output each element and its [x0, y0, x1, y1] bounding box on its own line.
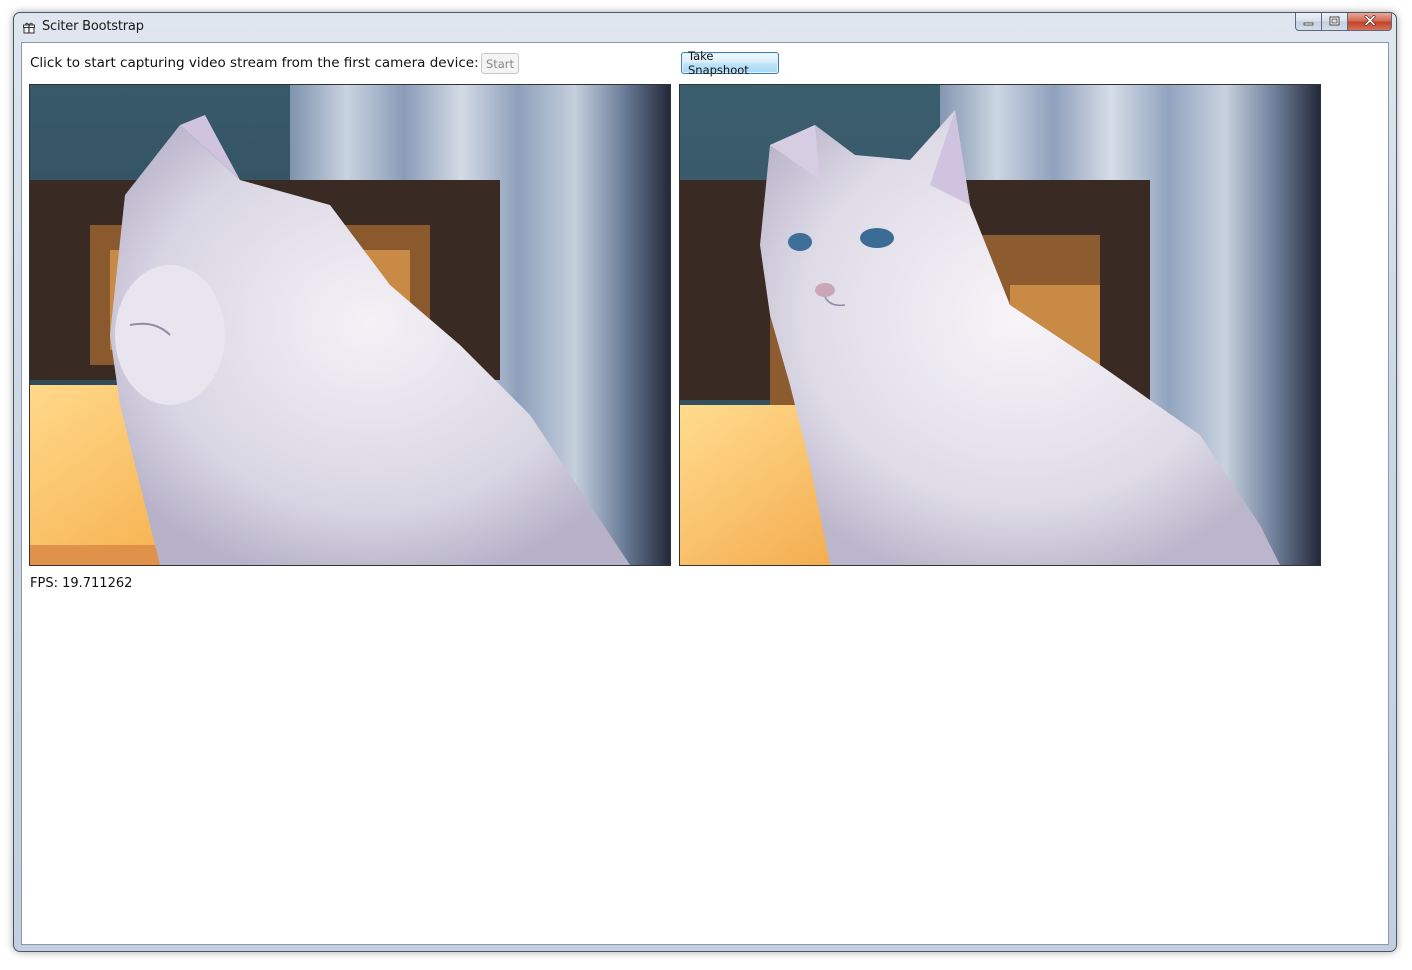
fps-readout: FPS: 19.711262: [30, 576, 132, 591]
toolbar: Click to start capturing video stream fr…: [22, 43, 1388, 83]
snapshot-image: [680, 85, 1320, 565]
app-gift-icon: [23, 21, 35, 34]
close-button[interactable]: [1348, 13, 1392, 31]
start-button[interactable]: Start: [481, 53, 519, 74]
fps-value: 19.711262: [62, 576, 133, 591]
maximize-button[interactable]: [1322, 13, 1348, 31]
caption-buttons: [1295, 13, 1392, 32]
app-window: Sciter Bootstrap Click to start capturin…: [13, 12, 1397, 952]
capture-prompt: Click to start capturing video stream fr…: [30, 55, 479, 71]
fps-label: FPS:: [30, 576, 58, 591]
client-area: Click to start capturing video stream fr…: [21, 42, 1389, 945]
maximize-icon: [1329, 13, 1340, 31]
minimize-icon: [1303, 13, 1314, 31]
live-video-view: [29, 84, 671, 566]
window-title: Sciter Bootstrap: [42, 19, 144, 34]
desktop: Sciter Bootstrap Click to start capturin…: [0, 0, 1412, 970]
title-bar[interactable]: Sciter Bootstrap: [14, 13, 1396, 41]
close-icon: [1363, 13, 1377, 31]
live-video-image: [30, 85, 670, 565]
take-snapshot-button[interactable]: Take Snapshoot: [681, 49, 779, 77]
minimize-button[interactable]: [1295, 13, 1322, 31]
snapshot-view: [679, 84, 1321, 566]
